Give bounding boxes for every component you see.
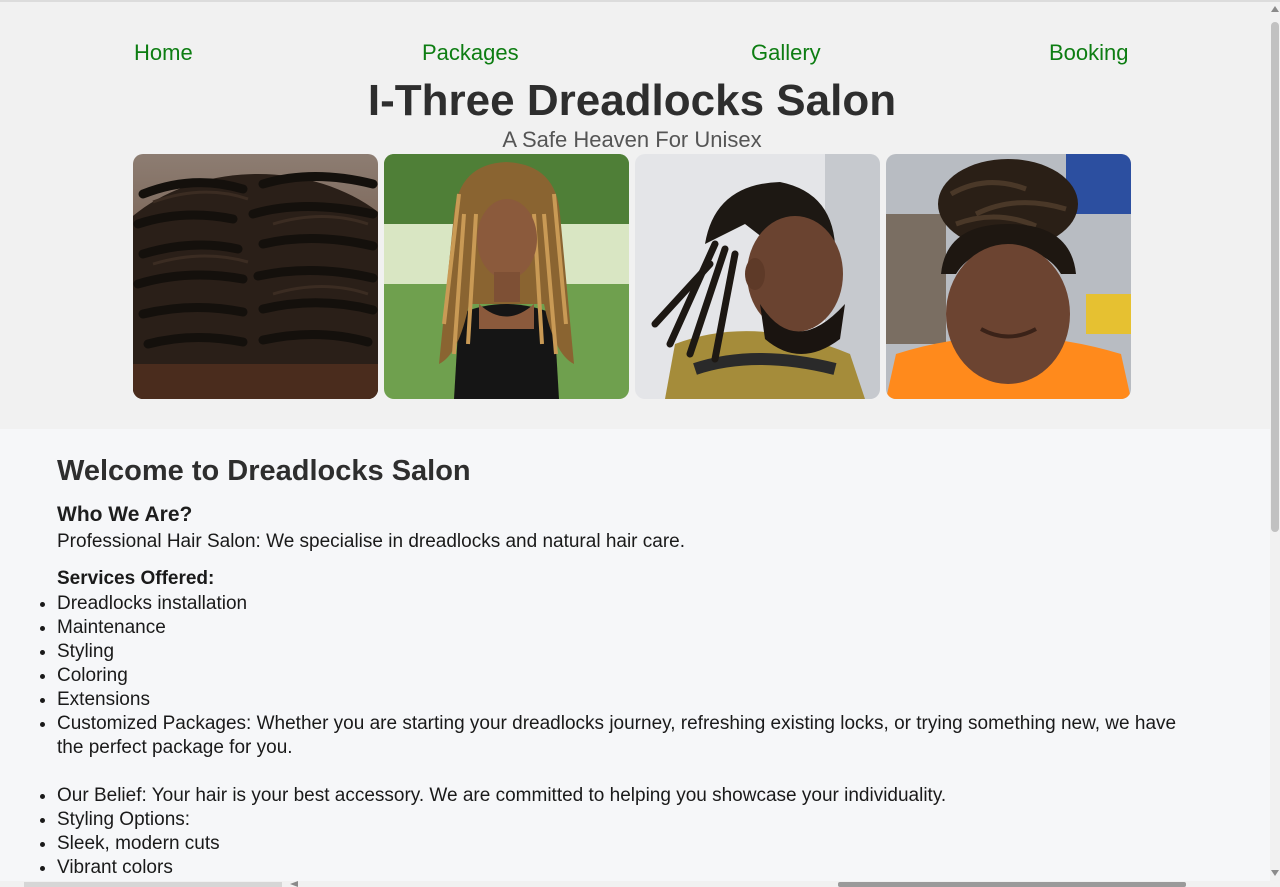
vertical-scrollbar[interactable] [1270,2,1280,881]
horizontal-scroll-track-segment [24,882,282,887]
services-list: Dreadlocks installation Maintenance Styl… [57,592,1197,760]
site-subtitle: A Safe Heaven For Unisex [502,127,762,152]
list-item: Sleek, modern cuts [57,832,1197,856]
list-item: Dreadlocks installation [57,592,1197,616]
list-item: Styling Options: [57,808,1197,832]
who-we-are-heading: Who We Are? [57,503,193,526]
list-item: Vibrant colors [57,856,1197,880]
more-info-list: Our Belief: Your hair is your best acces… [57,784,1197,880]
nav-booking-link[interactable]: Booking [1049,40,1129,66]
site-header: Home Packages Gallery Booking I-Three Dr… [0,2,1270,429]
site-title: I-Three Dreadlocks Salon [367,76,897,125]
main-content: Welcome to Dreadlocks Salon Who We Are? … [0,429,1270,881]
nav-home-link[interactable]: Home [134,40,193,66]
list-item: Customized Packages: Whether you are sta… [57,712,1197,760]
scroll-up-icon[interactable] [1271,6,1279,12]
list-item: Extensions [57,688,1197,712]
list-item: Styling [57,640,1197,664]
vertical-scroll-thumb[interactable] [1271,22,1279,532]
list-item: Coloring [57,664,1197,688]
gallery-photo-woman-locs [384,154,629,399]
gallery-photo-starter-locks [133,154,378,399]
horizontal-scrollbar[interactable] [0,881,1280,887]
list-item: Our Belief: Your hair is your best acces… [57,784,1197,808]
scroll-left-icon[interactable] [290,881,298,887]
scroll-down-icon[interactable] [1271,870,1279,876]
horizontal-scroll-thumb[interactable] [838,882,1186,887]
intro-text: Professional Hair Salon: We specialise i… [57,531,686,552]
welcome-heading: Welcome to Dreadlocks Salon [57,455,471,487]
nav-gallery-link[interactable]: Gallery [751,40,821,66]
gallery-photo-man-locs [635,154,880,399]
nav-packages-link[interactable]: Packages [422,40,519,66]
gallery-photo-woman-updo [886,154,1131,399]
services-title: Services Offered: [57,568,215,589]
list-item: Maintenance [57,616,1197,640]
